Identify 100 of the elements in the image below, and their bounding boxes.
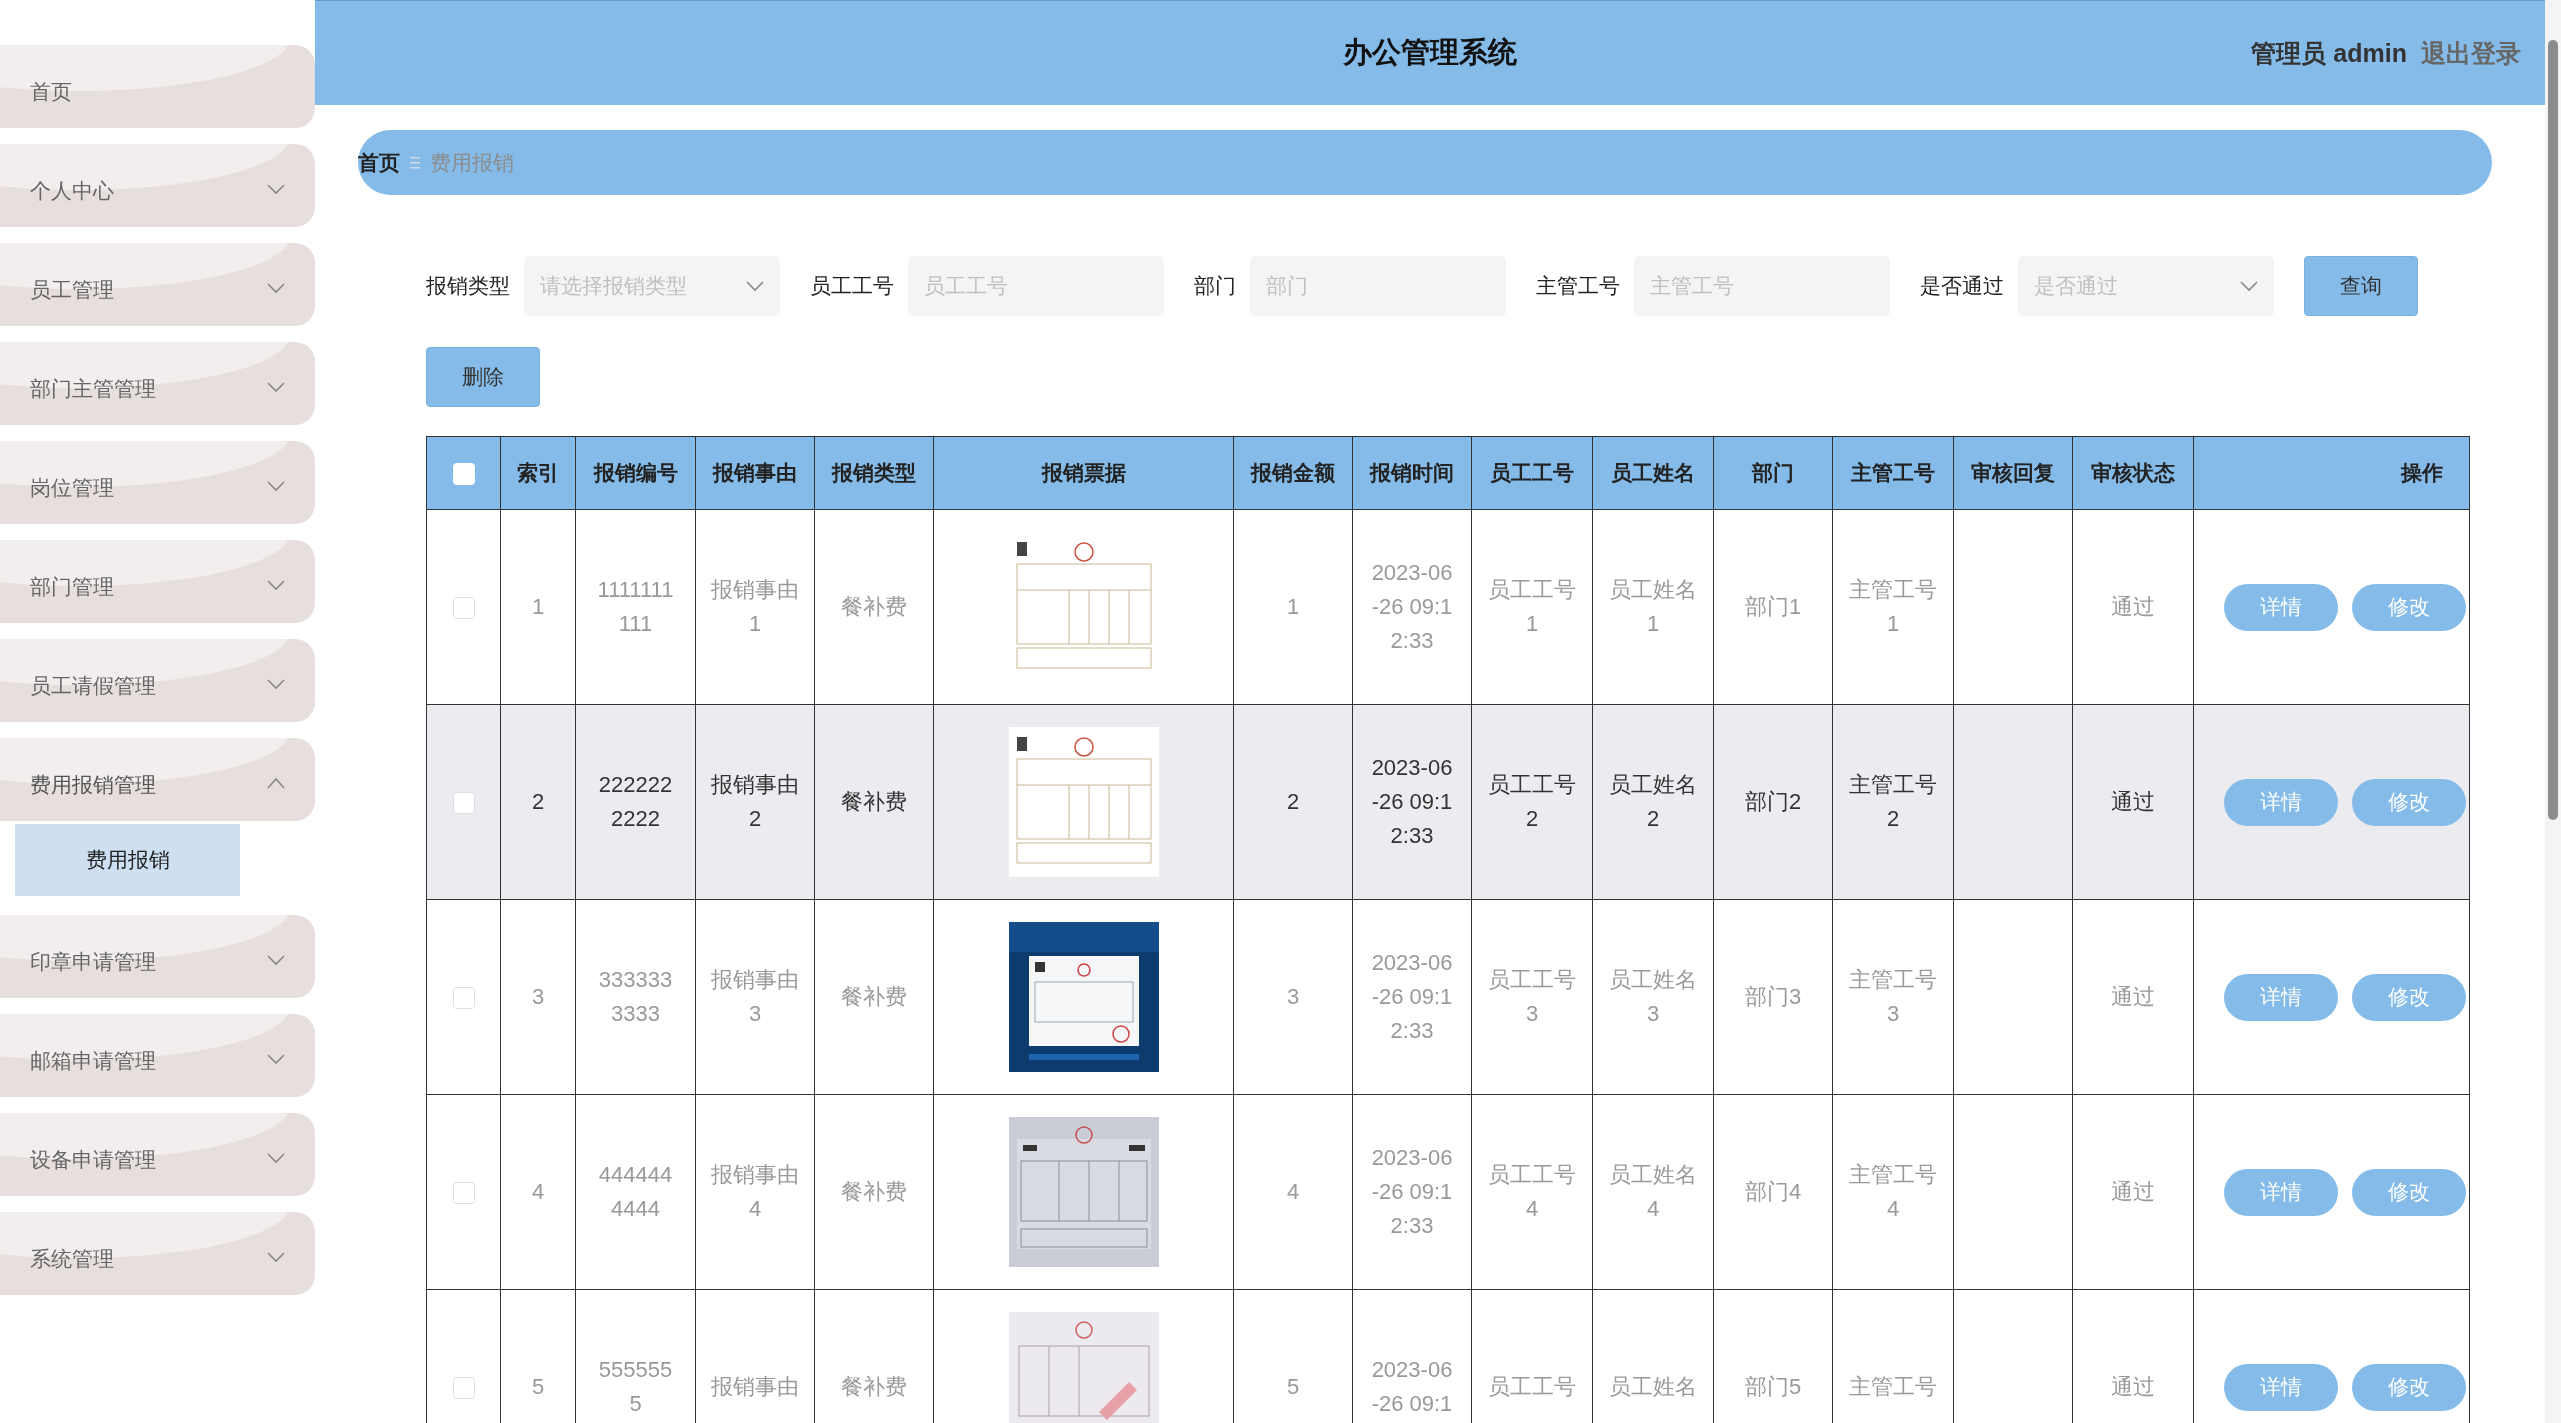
submenu-item[interactable]: 费用报销 xyxy=(15,824,240,896)
checkbox[interactable] xyxy=(452,597,475,620)
table-cell-text: 餐补费 xyxy=(841,1178,907,1206)
chevron-icon xyxy=(267,579,285,591)
table-cell-text: 通过 xyxy=(2111,593,2155,621)
table-cell-text: 主管工号1 xyxy=(1848,576,1938,638)
sidebar-item[interactable]: 员工请假管理 xyxy=(0,639,315,722)
table-cell-text: 员工工号3 xyxy=(1487,966,1577,1028)
checkbox[interactable] xyxy=(452,987,475,1010)
table-cell-text: 部门5 xyxy=(1744,1373,1802,1401)
table-cell-text: 部门4 xyxy=(1744,1178,1802,1206)
app-title: 办公管理系统 xyxy=(1343,35,1517,70)
table-cell-text: 2 xyxy=(1286,788,1300,816)
sidebar-item[interactable]: 首页 xyxy=(0,45,315,128)
column-header: 报销类型 xyxy=(814,436,934,510)
edit-button[interactable]: 修改 xyxy=(2352,1363,2466,1411)
checkbox[interactable] xyxy=(452,792,475,815)
breadcrumb-link[interactable]: 首页 xyxy=(358,148,400,177)
edit-button[interactable]: 修改 xyxy=(2352,1168,2466,1216)
table-cell-text: 1111111111 xyxy=(596,576,675,638)
sidebar-item[interactable]: 邮箱申请管理 xyxy=(0,1014,315,1097)
table-cell-text: 餐补费 xyxy=(841,983,907,1011)
edit-button[interactable]: 修改 xyxy=(2352,778,2466,826)
table-cell-text: 2023-06-26 09:12:33 xyxy=(1370,1144,1454,1240)
table-cell-text: 通过 xyxy=(2111,1178,2155,1206)
details-button[interactable]: 详情 xyxy=(2224,1168,2338,1216)
details-button[interactable]: 详情 xyxy=(2224,583,2338,631)
delete-button[interactable]: 删除 xyxy=(426,347,540,407)
filter-label: 是否通过 xyxy=(1920,273,2004,299)
column-header: 主管工号 xyxy=(1832,436,1954,510)
sidebar-item[interactable]: 个人中心 xyxy=(0,144,315,227)
sidebar-item[interactable]: 员工管理 xyxy=(0,243,315,326)
details-button[interactable]: 详情 xyxy=(2224,973,2338,1021)
checkbox[interactable] xyxy=(452,1377,475,1400)
user-label: 管理员 admin xyxy=(2251,37,2407,69)
table-cell-text: 2023-06-26 09:12:33 xyxy=(1370,949,1454,1045)
column-header: 部门 xyxy=(1713,436,1833,510)
table-cell-text: 餐补费 xyxy=(841,1373,907,1401)
table-cell-text: 2023-06-26 09:12:33 xyxy=(1370,559,1454,655)
table-cell-text: 2222222222 xyxy=(597,771,674,833)
chevron-icon xyxy=(267,678,285,690)
table-cell-text: 报销事由4 xyxy=(711,1161,799,1223)
table-cell-text: 餐补费 xyxy=(841,593,907,621)
sidebar-item[interactable]: 部门管理 xyxy=(0,540,315,623)
chevron-icon xyxy=(267,1053,285,1065)
chevron-icon xyxy=(267,480,285,492)
chevron-icon xyxy=(267,381,285,393)
column-header: 索引 xyxy=(500,436,576,510)
sidebar-item[interactable]: 费用报销管理 xyxy=(0,738,315,821)
filter-label: 主管工号 xyxy=(1536,273,1620,299)
chevron-icon xyxy=(267,1251,285,1263)
breadcrumb-link[interactable]: 费用报销 xyxy=(430,148,514,177)
table-cell-text: 报销事由 xyxy=(711,1373,799,1401)
table-cell-text: 部门1 xyxy=(1744,593,1802,621)
table-cell-text: 通过 xyxy=(2111,983,2155,1011)
sidebar-item[interactable]: 印章申请管理 xyxy=(0,915,315,998)
sidebar-item[interactable]: 设备申请管理 xyxy=(0,1113,315,1196)
sidebar-item[interactable]: 部门主管管理 xyxy=(0,342,315,425)
details-button[interactable]: 详情 xyxy=(2224,778,2338,826)
scrollbar-thumb[interactable] xyxy=(2548,40,2558,820)
table-cell-text: 员工姓名2 xyxy=(1608,771,1698,833)
table-cell-text: 部门3 xyxy=(1744,983,1802,1011)
column-header: 审核状态 xyxy=(2072,436,2194,510)
chevron-icon xyxy=(267,183,285,195)
table-cell-text: 4 xyxy=(1286,1178,1300,1206)
table-cell-text: 餐补费 xyxy=(841,788,907,816)
table-cell-text: 报销事由1 xyxy=(711,576,799,638)
column-header: 报销编号 xyxy=(575,436,696,510)
table-cell-text: 主管工号3 xyxy=(1848,966,1938,1028)
chevron-icon xyxy=(267,777,285,789)
search-button[interactable]: 查询 xyxy=(2304,256,2418,316)
table-cell-text: 员工姓名 xyxy=(1609,1373,1697,1401)
table-cell-text: 通过 xyxy=(2111,788,2155,816)
sidebar-item[interactable]: 岗位管理 xyxy=(0,441,315,524)
chevron-icon xyxy=(267,282,285,294)
edit-button[interactable]: 修改 xyxy=(2352,973,2466,1021)
table-cell-text: 4444444444 xyxy=(597,1161,674,1223)
column-header: 报销金额 xyxy=(1233,436,1353,510)
filter-label: 报销类型 xyxy=(426,273,510,299)
table-cell-text: 5 xyxy=(531,1373,545,1401)
column-header: 操作 xyxy=(2193,436,2470,510)
logout-link[interactable]: 退出登录 xyxy=(2421,36,2521,70)
filter-label: 部门 xyxy=(1194,273,1236,299)
checkbox[interactable] xyxy=(452,1182,475,1205)
separator-icon xyxy=(410,155,420,170)
table-cell-text: 5 xyxy=(1286,1373,1300,1401)
table-cell-text: 员工姓名3 xyxy=(1608,966,1698,1028)
table-cell-text: 员工工号4 xyxy=(1487,1161,1577,1223)
table-cell-text: 1 xyxy=(531,593,545,621)
details-button[interactable]: 详情 xyxy=(2224,1363,2338,1411)
table-cell-text: 4 xyxy=(531,1178,545,1206)
table-cell-text: 通过 xyxy=(2111,1373,2155,1401)
sidebar-item[interactable]: 系统管理 xyxy=(0,1212,315,1295)
table-cell-text: 员工姓名4 xyxy=(1608,1161,1698,1223)
chevron-icon xyxy=(746,280,764,292)
column-header: 员工姓名 xyxy=(1592,436,1714,510)
edit-button[interactable]: 修改 xyxy=(2352,583,2466,631)
column-header: 报销事由 xyxy=(695,436,815,510)
table-cell-text: 员工工号 xyxy=(1488,1373,1576,1401)
table-cell-text: 主管工号 xyxy=(1849,1373,1937,1401)
